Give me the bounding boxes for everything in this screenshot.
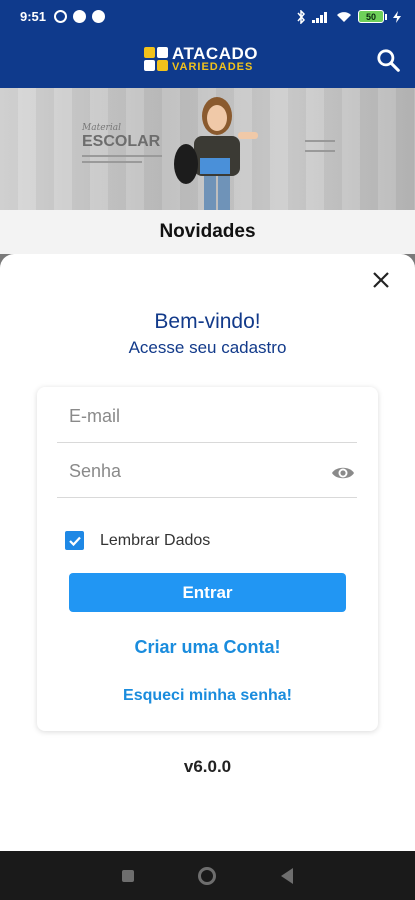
- battery-level: 50: [358, 10, 384, 23]
- promo-banner[interactable]: Material ESCOLAR: [0, 88, 415, 210]
- charging-icon: [393, 10, 401, 23]
- student-photo: [174, 97, 258, 210]
- email-field[interactable]: [57, 391, 357, 442]
- logo-grid-icon: [144, 47, 168, 71]
- password-field[interactable]: [57, 446, 357, 497]
- logo-text-top: ATACADO: [172, 44, 258, 63]
- remember-checkbox[interactable]: [65, 531, 84, 550]
- logo-text-bottom: VARIEDADES: [172, 61, 254, 73]
- back-icon[interactable]: [280, 867, 293, 884]
- banner-title-small: Material: [82, 123, 121, 133]
- banner-title-main: ESCOLAR: [82, 133, 161, 150]
- create-account-link[interactable]: Criar uma Conta!: [37, 637, 378, 658]
- system-nav-bar: [0, 851, 415, 900]
- remember-me-toggle[interactable]: Lembrar Dados: [65, 531, 210, 550]
- app-notification-icon: [92, 10, 106, 23]
- email-field-container: [57, 391, 357, 443]
- search-icon[interactable]: [375, 47, 401, 73]
- login-modal: Bem-vindo! Acesse seu cadastro Lembrar D…: [0, 254, 415, 851]
- battery-icon: 50: [358, 10, 387, 23]
- home-icon[interactable]: [198, 866, 217, 885]
- welcome-heading: Bem-vindo!: [154, 310, 261, 333]
- wifi-icon: [337, 11, 351, 22]
- eye-icon[interactable]: [331, 461, 355, 485]
- brand-logo: ATACADO VARIEDADES: [144, 45, 258, 73]
- section-title: Novidades: [0, 210, 415, 254]
- app-header: ATACADO VARIEDADES: [0, 33, 415, 88]
- recent-apps-icon[interactable]: [122, 869, 135, 882]
- forgot-password-link[interactable]: Esqueci minha senha!: [37, 687, 378, 705]
- app-version: v6.0.0: [183, 757, 232, 776]
- remember-label: Lembrar Dados: [100, 531, 211, 549]
- checkmark-icon: [68, 536, 81, 546]
- welcome-subtitle: Acesse seu cadastro: [128, 338, 287, 357]
- login-button[interactable]: Entrar: [69, 573, 346, 612]
- close-icon[interactable]: [369, 268, 393, 292]
- signal-icon: [312, 11, 327, 23]
- login-card: Lembrar Dados Entrar Criar uma Conta! Es…: [37, 387, 378, 731]
- status-bar: 9:51 50: [0, 0, 415, 33]
- status-time: 9:51: [20, 9, 47, 24]
- alarm-icon: [54, 10, 68, 23]
- bluetooth-icon: [297, 9, 306, 24]
- app-notification-icon: [73, 10, 87, 23]
- banner-heading: Material ESCOLAR: [82, 123, 162, 163]
- password-field-container: [57, 446, 357, 498]
